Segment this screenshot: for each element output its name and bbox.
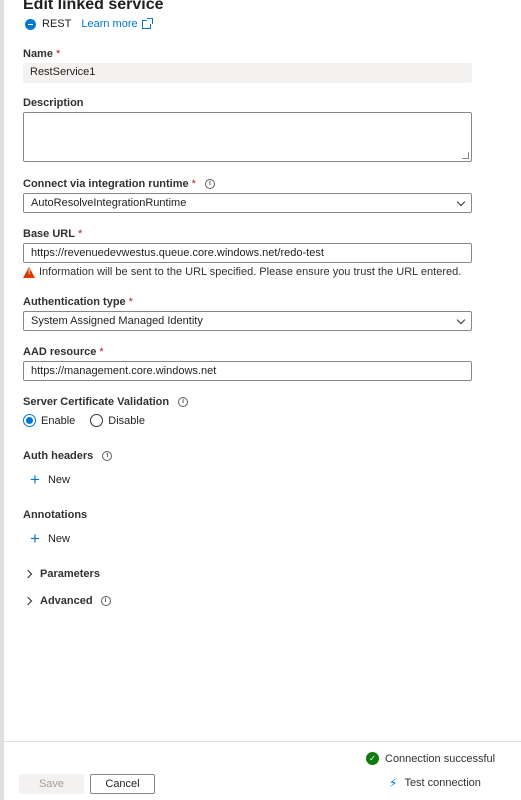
runtime-value: AutoResolveIntegrationRuntime — [31, 197, 187, 209]
test-connection-button[interactable]: ⚡ Test connection — [389, 776, 481, 790]
new-label: New — [47, 474, 70, 486]
name-label: Name * — [23, 48, 60, 60]
aad-resource-label-text: AAD resource — [23, 346, 97, 358]
runtime-label: Connect via integration runtime * i — [23, 178, 215, 190]
aad-resource-input[interactable]: https://management.core.windows.net — [23, 361, 472, 381]
success-check-icon: ✓ — [366, 752, 379, 765]
aad-resource-label: AAD resource * — [23, 346, 104, 358]
service-type-label: REST — [42, 18, 72, 30]
auth-headers-label: Auth headers i — [23, 450, 113, 462]
connection-status-text: Connection successful — [385, 752, 496, 765]
auth-headers-label-text: Auth headers — [23, 450, 94, 462]
add-annotation-button[interactable]: + New — [30, 529, 70, 548]
plus-icon: + — [30, 529, 40, 548]
rest-icon — [25, 18, 36, 30]
base-url-label: Base URL * — [23, 228, 82, 240]
panel-title: Edit linked service — [23, 0, 164, 13]
resize-grip-icon[interactable] — [462, 152, 469, 159]
disable-radio[interactable] — [90, 414, 104, 427]
disable-label[interactable]: Disable — [108, 415, 145, 427]
description-label: Description — [23, 97, 84, 109]
required-marker: * — [99, 346, 104, 358]
info-icon[interactable]: i — [100, 596, 111, 606]
info-icon[interactable]: i — [102, 451, 113, 461]
warning-icon: ! — [23, 266, 35, 278]
required-marker: * — [191, 178, 196, 190]
parameters-label: Parameters — [40, 568, 100, 580]
test-connection-label: Test connection — [404, 777, 481, 789]
warning-text: Information will be sent to the URL spec… — [39, 266, 462, 278]
external-link-icon — [141, 17, 153, 29]
name-label-text: Name — [23, 48, 53, 60]
chevron-down-icon — [456, 315, 466, 325]
service-type-row: REST Learn more — [25, 17, 153, 30]
plug-icon: ⚡ — [389, 776, 398, 790]
auth-type-label-text: Authentication type — [23, 296, 126, 308]
advanced-label: Advanced — [40, 595, 93, 607]
save-button[interactable]: Save — [19, 774, 84, 794]
chevron-right-icon — [23, 569, 33, 579]
description-field[interactable] — [23, 112, 472, 162]
auth-type-label: Authentication type * — [23, 296, 133, 308]
edit-linked-service-panel: Edit linked service REST Learn more Name… — [4, 0, 521, 800]
name-field[interactable]: RestService1 — [23, 63, 472, 83]
runtime-label-text: Connect via integration runtime — [23, 178, 189, 190]
auth-type-value: System Assigned Managed Identity — [31, 315, 203, 327]
required-marker: * — [77, 228, 83, 240]
info-icon[interactable]: i — [204, 179, 215, 189]
info-icon[interactable]: i — [178, 397, 189, 407]
plus-icon: + — [30, 470, 40, 489]
enable-radio[interactable] — [23, 414, 36, 427]
learn-more-label: Learn more — [81, 18, 138, 30]
cancel-button[interactable]: Cancel — [90, 774, 155, 794]
annotations-label: Annotations — [23, 509, 88, 521]
chevron-right-icon — [23, 596, 33, 606]
cert-validation-label: Server Certificate Validation i — [23, 396, 189, 408]
base-url-input[interactable]: https://revenuedevwestus.queue.core.wind… — [23, 243, 472, 263]
chevron-down-icon — [456, 197, 466, 207]
parameters-expander[interactable]: Parameters — [23, 568, 100, 580]
new-label: New — [47, 533, 70, 545]
footer-divider — [4, 741, 521, 742]
advanced-expander[interactable]: Advanced i — [23, 595, 111, 607]
base-url-warning: ! Information will be sent to the URL sp… — [23, 266, 461, 278]
cert-validation-radio-group: Enable Disable — [23, 414, 145, 427]
learn-more-link[interactable]: Learn more — [81, 17, 153, 30]
base-url-label-text: Base URL — [23, 228, 75, 240]
add-auth-header-button[interactable]: + New — [30, 470, 70, 489]
enable-label[interactable]: Enable — [41, 415, 75, 427]
cert-validation-label-text: Server Certificate Validation — [23, 396, 170, 408]
required-marker: * — [128, 296, 133, 308]
required-marker: * — [55, 48, 61, 60]
runtime-select[interactable]: AutoResolveIntegrationRuntime — [23, 193, 472, 213]
connection-status: ✓ Connection successful — [366, 752, 495, 765]
auth-type-select[interactable]: System Assigned Managed Identity — [23, 311, 472, 331]
